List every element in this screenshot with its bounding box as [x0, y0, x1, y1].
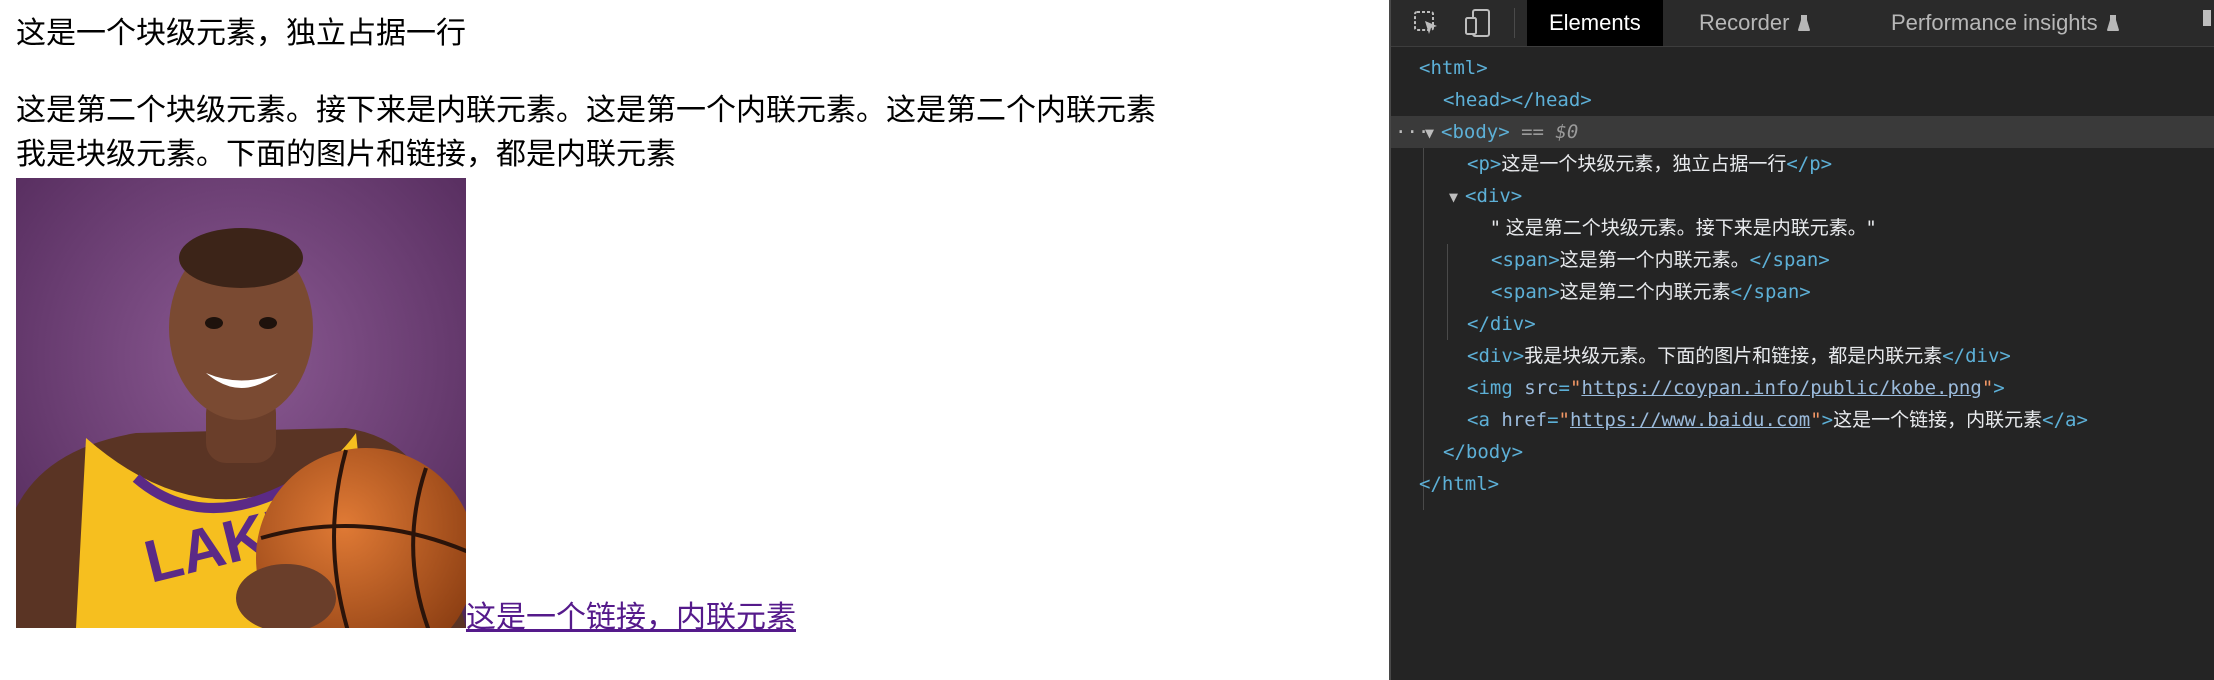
- dom-node-span-2[interactable]: <span>这是第二个内联元素</span>: [1391, 276, 2214, 308]
- div-block-line: 这是第二个块级元素。接下来是内联元素。这是第一个内联元素。这是第二个内联元素: [16, 93, 1156, 128]
- dom-node-div[interactable]: ▼ <div>: [1391, 180, 2214, 212]
- player-photo: LAKE: [16, 178, 466, 628]
- tag-p-close: </p>: [1786, 153, 1833, 175]
- tag-head: <head></head>: [1443, 89, 1592, 111]
- rendered-page: 这是一个块级元素，独立占据一行 这是第二个块级元素。接下来是内联元素。这是第一个…: [0, 0, 1389, 680]
- p-text: 这是一个块级元素，独立占据一行: [1501, 153, 1787, 175]
- dom-node-span-1[interactable]: <span>这是第一个内联元素。</span>: [1391, 244, 2214, 276]
- tag-div-close: </div>: [1467, 313, 1536, 335]
- expand-arrow-icon[interactable]: ▼: [1449, 181, 1465, 213]
- div-block-2: 我是块级元素。下面的图片和链接，都是内联元素: [16, 137, 676, 172]
- page-link[interactable]: 这是一个链接，内联元素: [466, 596, 796, 640]
- inspect-element-icon[interactable]: [1409, 6, 1443, 40]
- dom-node-text[interactable]: " 这是第二个块级元素。接下来是内联元素。": [1391, 212, 2214, 244]
- tag-span-close: </span>: [1749, 249, 1830, 271]
- tag-span-open: <span>: [1491, 281, 1560, 303]
- device-toolbar-icon[interactable]: [1461, 6, 1495, 40]
- tag-a-close: </a>: [2042, 409, 2088, 431]
- tab-elements[interactable]: Elements: [1527, 0, 1663, 46]
- paragraph-block: 这是一个块级元素，独立占据一行: [16, 16, 466, 51]
- flask-icon: [1797, 2, 1811, 48]
- dom-node-html-close[interactable]: </html>: [1391, 468, 2214, 500]
- dom-node-body[interactable]: ··· ▼ <body> == $0: [1391, 116, 2214, 148]
- tag-span-open: <span>: [1491, 249, 1560, 271]
- dom-node-img[interactable]: <img src="https://coypan.info/public/kob…: [1391, 372, 2214, 404]
- attr-href: href: [1501, 409, 1548, 431]
- tag-div-open: <div>: [1465, 185, 1523, 207]
- flask-icon: [2106, 2, 2120, 48]
- tab-recorder[interactable]: Recorder: [1699, 0, 1811, 46]
- tag-body-open: <body>: [1441, 121, 1510, 143]
- attr-src: src: [1524, 377, 1559, 399]
- dom-node-head[interactable]: <head></head>: [1391, 84, 2214, 116]
- tag-p-open: <p>: [1467, 153, 1502, 175]
- dom-node-html[interactable]: <html>: [1391, 52, 2214, 84]
- tag-body-close: </body>: [1443, 441, 1524, 463]
- span2-text: 这是第二个内联元素: [1559, 281, 1731, 303]
- overflow-tab-indicator: [2203, 10, 2211, 26]
- toolbar-separator: [1514, 8, 1515, 38]
- dom-node-div-close[interactable]: </div>: [1391, 308, 2214, 340]
- dom-node-p[interactable]: <p>这是一个块级元素，独立占据一行</p>: [1391, 148, 2214, 180]
- div2-text: 我是块级元素。下面的图片和链接，都是内联元素: [1524, 345, 1943, 367]
- a-href-link[interactable]: https://www.baidu.com: [1570, 409, 1810, 431]
- devtools-toolbar: Elements Recorder Performance insights: [1391, 0, 2214, 47]
- more-icon[interactable]: ···: [1395, 116, 1429, 148]
- tag-img-open: <img: [1467, 377, 1525, 399]
- devtools-panel: Elements Recorder Performance insights <…: [1389, 0, 2214, 680]
- dom-node-div-2[interactable]: <div>我是块级元素。下面的图片和链接，都是内联元素</div>: [1391, 340, 2214, 372]
- span1-text: 这是第一个内联元素。: [1559, 249, 1750, 271]
- tab-performance-insights-label: Performance insights: [1891, 10, 2098, 35]
- tab-elements-label: Elements: [1549, 10, 1641, 35]
- tag-div-open: <div>: [1467, 345, 1525, 367]
- tag-a-open: <a: [1467, 409, 1502, 431]
- div-text-node: " 这是第二个块级元素。接下来是内联元素。": [1491, 217, 1876, 239]
- img-src-link[interactable]: https://coypan.info/public/kobe.png: [1581, 377, 1981, 399]
- tag-html-open: <html>: [1419, 57, 1488, 79]
- tag-span-close: </span>: [1730, 281, 1811, 303]
- tag-html-close: </html>: [1419, 473, 1500, 495]
- tag-div-close: </div>: [1942, 345, 2011, 367]
- dom-node-body-close[interactable]: </body>: [1391, 436, 2214, 468]
- selected-marker: == $0: [1521, 121, 1579, 143]
- dom-node-a[interactable]: <a href="https://www.baidu.com">这是一个链接，内…: [1391, 404, 2214, 436]
- tab-performance-insights[interactable]: Performance insights: [1891, 0, 2120, 46]
- tab-recorder-label: Recorder: [1699, 10, 1790, 35]
- a-text: 这是一个链接，内联元素: [1833, 409, 2043, 431]
